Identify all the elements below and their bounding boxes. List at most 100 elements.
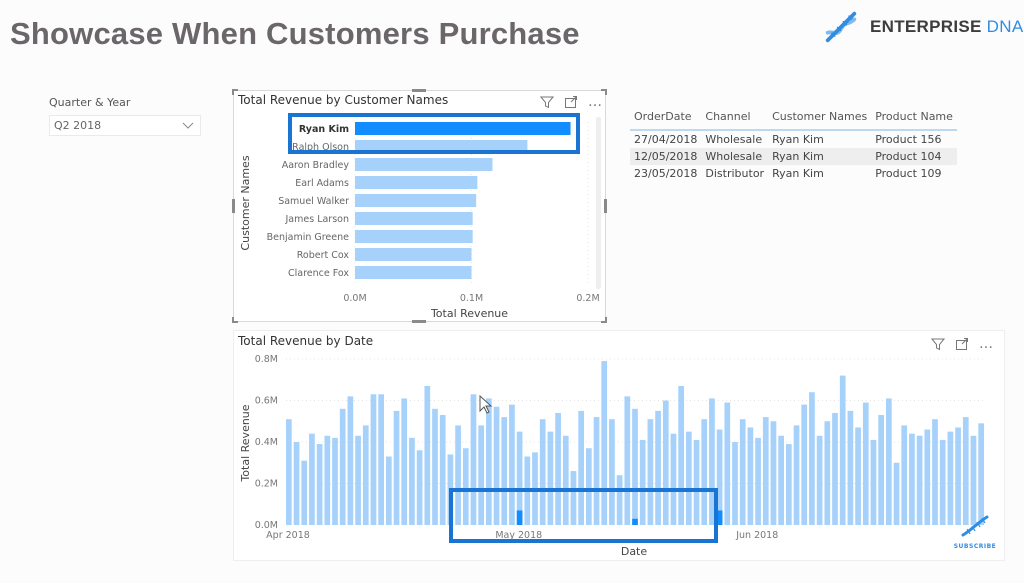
resize-handle[interactable] — [232, 199, 235, 213]
table-row[interactable]: 27/04/2018 Wholesale Ryan Kim Product 15… — [630, 130, 957, 148]
bar-samuel-walker[interactable] — [355, 194, 477, 207]
date-bar[interactable] — [901, 425, 908, 525]
date-bar[interactable] — [886, 398, 892, 525]
date-bar[interactable] — [909, 433, 915, 525]
bar-earl-adams[interactable] — [355, 176, 478, 189]
report-page: Showcase When Customers Purchase ENTERPR… — [0, 0, 1024, 583]
resize-handle[interactable] — [232, 89, 234, 95]
date-bar[interactable] — [978, 423, 984, 525]
date-bar[interactable] — [362, 425, 369, 525]
date-bar[interactable] — [724, 402, 731, 525]
y-axis-title: Customer Names — [239, 155, 252, 250]
date-bar[interactable] — [401, 398, 408, 525]
bar-clarence-fox[interactable] — [355, 266, 472, 279]
date-bar[interactable] — [870, 439, 877, 525]
date-bar[interactable] — [862, 402, 869, 525]
date-bar[interactable] — [824, 421, 831, 525]
date-bar[interactable] — [855, 427, 861, 525]
date-bar[interactable] — [878, 415, 884, 525]
chevron-down-icon — [182, 122, 194, 129]
date-bar[interactable] — [916, 435, 923, 525]
resize-handle[interactable] — [232, 317, 234, 323]
date-bar[interactable] — [955, 427, 961, 525]
date-bar[interactable] — [732, 442, 738, 525]
date-bar[interactable] — [286, 419, 292, 525]
slicer-label: Quarter & Year — [49, 96, 131, 109]
date-bar[interactable] — [755, 437, 761, 525]
resize-handle[interactable] — [412, 320, 426, 323]
date-bar[interactable] — [962, 417, 969, 525]
date-bar[interactable] — [293, 442, 300, 525]
date-bar[interactable] — [924, 429, 931, 525]
resize-handle[interactable] — [605, 317, 607, 323]
date-bar[interactable] — [393, 410, 400, 525]
bar-robert-cox[interactable] — [355, 248, 472, 261]
date-bar[interactable] — [347, 396, 354, 525]
date-bar[interactable] — [778, 435, 784, 525]
y-tick-label: 0.4M — [255, 437, 278, 448]
bar-james-larson[interactable] — [355, 212, 473, 225]
y-category-label[interactable]: Robert Cox — [297, 250, 350, 261]
bar-aaron-bradley[interactable] — [355, 158, 493, 171]
column-header-channel[interactable]: Channel — [701, 107, 769, 131]
date-bar[interactable] — [762, 417, 769, 525]
resize-handle[interactable] — [412, 89, 426, 92]
date-bar[interactable] — [370, 394, 377, 525]
date-bar[interactable] — [409, 437, 415, 525]
date-bar[interactable] — [439, 415, 446, 525]
y-category-label[interactable]: Benjamin Greene — [267, 232, 350, 243]
date-bar[interactable] — [847, 410, 854, 525]
cell-customer-name: Ryan Kim — [772, 133, 824, 146]
quarter-year-dropdown[interactable]: Q2 2018 — [49, 115, 201, 136]
date-bar[interactable] — [739, 419, 746, 525]
column-header-customer-names[interactable]: Customer Names — [768, 107, 872, 131]
table-row[interactable]: 23/05/2018 Distributor Ryan Kim Product … — [630, 165, 957, 182]
dna-icon — [825, 11, 857, 43]
date-bar[interactable] — [316, 444, 323, 525]
date-bar[interactable] — [301, 460, 308, 525]
cell-customer-name: Ryan Kim — [772, 167, 824, 180]
y-category-label[interactable]: Samuel Walker — [278, 196, 349, 207]
column-header-product-name[interactable]: Product Name — [871, 107, 957, 131]
date-bar[interactable] — [332, 437, 338, 525]
date-bar[interactable] — [801, 404, 808, 525]
date-bar[interactable] — [793, 425, 800, 525]
y-category-label[interactable]: James Larson — [285, 214, 350, 225]
date-bar[interactable] — [324, 435, 331, 525]
date-bar[interactable] — [839, 375, 846, 525]
subscribe-badge[interactable]: SUBSCRIBE — [951, 513, 999, 550]
page-title: Showcase When Customers Purchase — [10, 16, 580, 51]
bar-benjamin-greene[interactable] — [355, 230, 473, 243]
resize-handle[interactable] — [605, 89, 607, 95]
date-bar[interactable] — [378, 394, 384, 525]
highlight-box-selected-dates — [449, 488, 718, 543]
date-bar[interactable] — [747, 427, 754, 525]
date-bar[interactable] — [947, 431, 954, 525]
date-bar[interactable] — [309, 433, 315, 525]
date-bar[interactable] — [770, 421, 777, 525]
date-bar[interactable] — [339, 408, 346, 525]
cell-orderdate: 23/05/2018 — [634, 167, 698, 180]
date-bar[interactable] — [816, 435, 823, 525]
date-bar[interactable] — [424, 385, 431, 525]
table-row[interactable]: 12/05/2018 Wholesale Ryan Kim Product 10… — [630, 148, 957, 165]
date-bar[interactable] — [432, 408, 438, 525]
resize-handle[interactable] — [604, 199, 607, 213]
date-bar[interactable] — [939, 439, 946, 525]
column-header-orderdate[interactable]: OrderDate — [630, 107, 702, 131]
scrollbar[interactable] — [596, 117, 601, 289]
date-bar[interactable] — [386, 456, 392, 525]
y-category-label[interactable]: Clarence Fox — [288, 268, 349, 279]
date-bar[interactable] — [786, 444, 792, 525]
y-category-label[interactable]: Aaron Bradley — [282, 160, 350, 171]
date-bar[interactable] — [355, 435, 361, 525]
date-bar[interactable] — [416, 450, 423, 525]
date-bar[interactable] — [932, 419, 938, 525]
date-bar[interactable] — [893, 462, 900, 525]
date-bar[interactable] — [809, 392, 815, 525]
y-category-label[interactable]: Earl Adams — [295, 178, 349, 189]
quarter-year-slicer: Quarter & Year Q2 2018 — [49, 96, 201, 136]
date-bar[interactable] — [970, 435, 977, 525]
slicer-selected-value: Q2 2018 — [54, 119, 102, 132]
date-bar[interactable] — [832, 412, 838, 525]
